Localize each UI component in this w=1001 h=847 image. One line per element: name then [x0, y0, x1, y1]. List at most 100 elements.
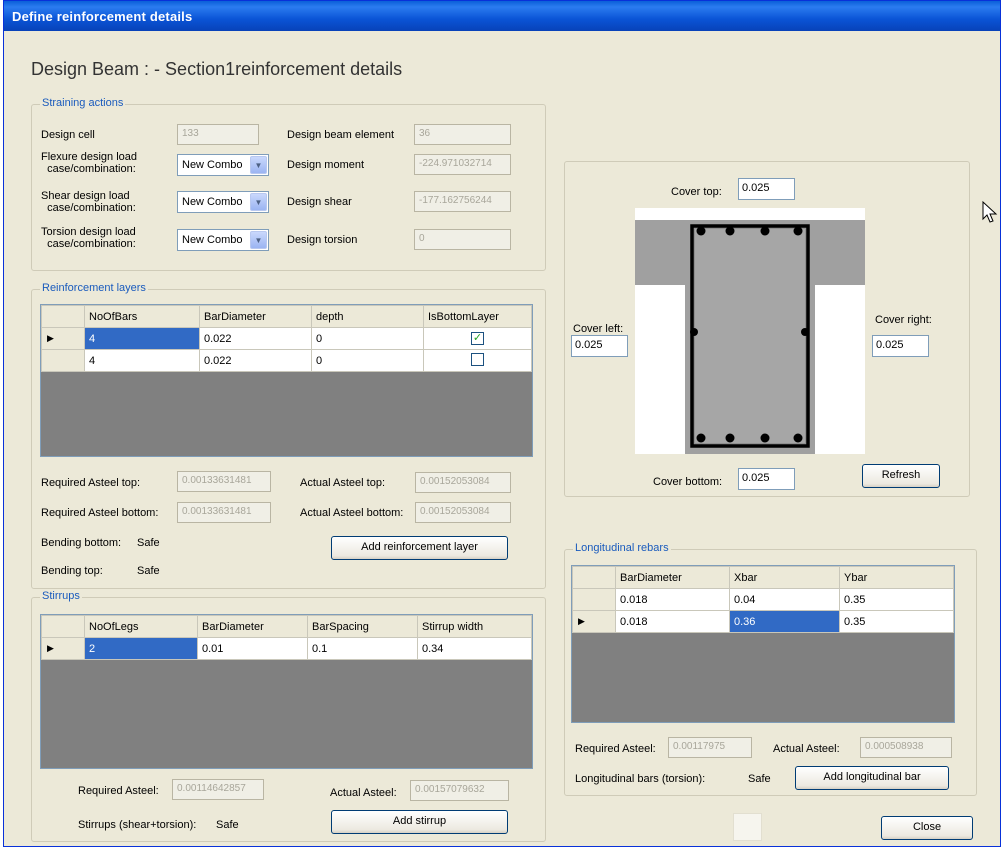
long-act-field: 0.000508938 [860, 737, 952, 758]
req-top-field: 0.00133631481 [177, 471, 271, 492]
mouse-pointer-icon [982, 200, 998, 223]
grid-cell[interactable]: 2 [84, 637, 198, 660]
stirrup-status-value: Safe [216, 819, 239, 831]
design-torsion-field: 0 [414, 229, 511, 250]
group-title: Stirrups [40, 590, 82, 602]
reinforcement-dialog: Define reinforcement details Design Beam… [3, 0, 1001, 847]
grid-cell[interactable]: 0.35 [839, 610, 954, 633]
torsion-combo-select[interactable]: New Combo ▼ [177, 229, 269, 251]
grid-cell[interactable]: 0.04 [729, 588, 840, 611]
grid-cell[interactable]: 0.018 [615, 588, 730, 611]
longitudinal-grid[interactable]: BarDiameter Xbar Ybar 0.018 0.04 0.35 ▶ … [571, 565, 955, 723]
grid-corner [41, 305, 85, 328]
grid-cell[interactable]: 0.35 [839, 588, 954, 611]
beam-section-drawing [635, 208, 865, 454]
grid-cell[interactable]: 0.018 [615, 610, 730, 633]
grid-cell[interactable]: 0.36 [729, 610, 840, 633]
beam-element-field: 36 [414, 124, 511, 145]
grid-cell[interactable]: 0.34 [417, 637, 532, 660]
column-header[interactable]: NoOfLegs [84, 615, 198, 638]
table-row[interactable]: ▶ 0.018 0.36 0.35 [572, 610, 954, 633]
column-header[interactable]: NoOfBars [84, 305, 200, 328]
section-preview-group: Cover top: 0.025 Cover left: 0.025 Cover… [564, 161, 970, 497]
act-top-field: 0.00152053084 [415, 472, 511, 493]
torsion-label: Torsion design load case/combination: [41, 226, 136, 250]
cover-right-label: Cover right: [875, 314, 932, 326]
table-row[interactable]: ▶ 4 0.022 0 ✓ [41, 327, 532, 350]
bending-top-label: Bending top: [41, 565, 103, 577]
grid-cell[interactable]: 0 [311, 327, 424, 350]
column-header[interactable]: Ybar [839, 566, 954, 589]
table-row[interactable]: 0.018 0.04 0.35 [572, 588, 954, 611]
shear-combo-select[interactable]: New Combo ▼ [177, 191, 269, 213]
grid-cell[interactable]: 0 [311, 349, 424, 372]
column-header[interactable]: Xbar [729, 566, 840, 589]
grid-cell[interactable]: 4 [84, 349, 200, 372]
req-top-label: Required Asteel top: [41, 477, 141, 489]
stirrups-grid[interactable]: NoOfLegs BarDiameter BarSpacing Stirrup … [40, 614, 533, 769]
grid-cell[interactable]: 4 [84, 327, 200, 350]
column-header[interactable]: BarSpacing [307, 615, 418, 638]
grid-cell[interactable]: 0.1 [307, 637, 418, 660]
grid-corner [572, 566, 616, 589]
current-row-icon: ▶ [41, 637, 85, 660]
add-stirrup-button[interactable]: Add stirrup [331, 810, 508, 834]
bottom-layer-checkbox[interactable] [471, 352, 484, 366]
chevron-down-icon[interactable]: ▼ [250, 156, 267, 174]
grid-cell[interactable]: 0.022 [199, 327, 312, 350]
long-req-field: 0.00117975 [668, 737, 752, 758]
cover-bottom-input[interactable]: 0.025 [738, 468, 795, 490]
column-header[interactable]: BarDiameter [197, 615, 308, 638]
stirrup-req-label: Required Asteel: [78, 785, 159, 797]
grid-cell[interactable]: ✓ [423, 327, 532, 350]
req-bottom-field: 0.00133631481 [177, 502, 271, 523]
layers-grid[interactable]: NoOfBars BarDiameter depth IsBottomLayer… [40, 304, 533, 457]
table-row[interactable]: ▶ 2 0.01 0.1 0.34 [41, 637, 532, 660]
chevron-down-icon[interactable]: ▼ [250, 193, 267, 211]
chevron-down-icon[interactable]: ▼ [250, 231, 267, 249]
column-header[interactable]: BarDiameter [199, 305, 312, 328]
current-row-icon: ▶ [41, 327, 85, 350]
bottom-layer-checkbox[interactable]: ✓ [471, 332, 484, 345]
group-title: Reinforcement layers [40, 282, 148, 294]
long-req-label: Required Asteel: [575, 743, 656, 755]
design-cell-label: Design cell [41, 129, 95, 141]
row-header [572, 588, 616, 611]
window-title: Define reinforcement details [4, 1, 1000, 31]
column-header[interactable]: Stirrup width [417, 615, 532, 638]
grid-corner [41, 615, 85, 638]
reinforcement-layers-group: Reinforcement layers NoOfBars BarDiamete… [31, 282, 546, 589]
design-torsion-label: Design torsion [287, 234, 358, 246]
page-heading: Design Beam : - Section1reinforcement de… [31, 59, 403, 79]
table-row[interactable]: 4 0.022 0 [41, 349, 532, 372]
shear-label: Shear design load case/combination: [41, 190, 136, 214]
column-header[interactable]: BarDiameter [615, 566, 730, 589]
grid-cell[interactable]: 0.01 [197, 637, 308, 660]
grid-cell[interactable] [423, 349, 532, 372]
flexure-label: Flexure design load case/combination: [41, 151, 138, 175]
column-header[interactable]: depth [311, 305, 424, 328]
close-button[interactable]: Close [881, 816, 973, 840]
grid-cell[interactable]: 0.022 [199, 349, 312, 372]
stirrup-act-label: Actual Asteel: [330, 787, 397, 799]
refresh-button[interactable]: Refresh [862, 464, 940, 488]
column-header[interactable]: IsBottomLayer [423, 305, 532, 328]
group-title: Longitudinal rebars [573, 542, 671, 554]
flexure-combo-select[interactable]: New Combo ▼ [177, 154, 269, 176]
cover-right-input[interactable]: 0.025 [872, 335, 929, 357]
bending-top-status: Safe [137, 565, 160, 577]
design-moment-field: -224.971032714 [414, 154, 511, 175]
design-cell-field: 133 [177, 124, 259, 145]
cover-top-input[interactable]: 0.025 [738, 178, 795, 200]
cover-top-label: Cover top: [671, 186, 722, 198]
add-longitudinal-bar-button[interactable]: Add longitudinal bar [795, 766, 949, 790]
cover-left-input[interactable]: 0.025 [571, 335, 628, 357]
design-shear-field: -177.162756244 [414, 191, 511, 212]
stirrup-req-field: 0.00114642857 [172, 779, 264, 800]
straining-actions-group: Straining actions Design cell 133 Design… [31, 97, 546, 271]
cover-bottom-label: Cover bottom: [653, 476, 723, 488]
bending-bottom-label: Bending bottom: [41, 537, 122, 549]
add-reinforcement-layer-button[interactable]: Add reinforcement layer [331, 536, 508, 560]
stirrups-group: Stirrups NoOfLegs BarDiameter BarSpacing… [31, 590, 546, 842]
cover-left-label: Cover left: [573, 323, 624, 335]
